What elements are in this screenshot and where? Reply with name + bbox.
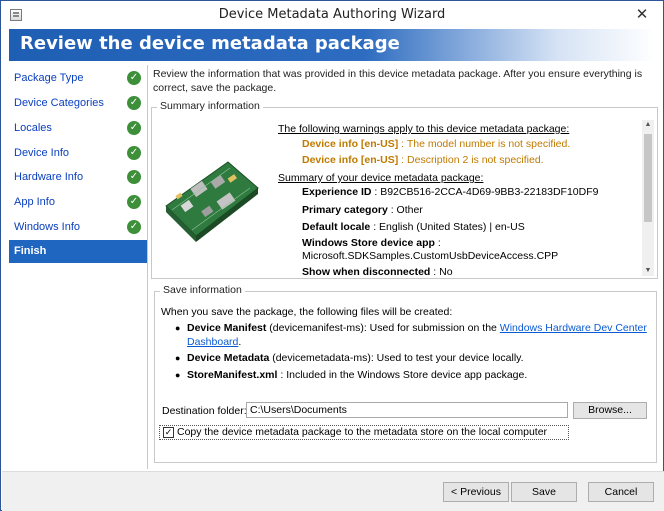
file-desc-tail: .	[238, 336, 242, 348]
check-icon: ✓	[127, 220, 141, 234]
copy-to-store-option[interactable]: ✓ Copy the device metadata package to th…	[159, 425, 569, 440]
save-groupbox: Save information When you save the packa…	[154, 284, 657, 463]
check-icon: ✓	[127, 195, 141, 209]
bullet-icon: ●	[175, 370, 181, 380]
destination-label-text: Destination folder:	[162, 405, 247, 417]
sidebar-item-label: Windows Info	[14, 221, 81, 233]
save-button[interactable]: Save	[511, 482, 577, 502]
scroll-thumb[interactable]	[644, 134, 652, 222]
sidebar-item-app-info[interactable]: App Info ✓	[9, 191, 147, 214]
device-image	[165, 161, 259, 242]
wizard-window: Device Metadata Authoring Wizard ✕ Revie…	[0, 0, 664, 511]
cancel-button[interactable]: Cancel	[588, 482, 654, 502]
default-locale-row: Default locale : English (United States)…	[302, 220, 657, 234]
store-app-label: Windows Store device app	[302, 237, 435, 249]
default-locale-label: Default locale	[302, 221, 371, 233]
warning-text: : The model number is not specified.	[398, 138, 571, 150]
window-title: Device Metadata Authoring Wizard	[218, 7, 446, 22]
store-app-row: Windows Store device app :	[302, 236, 657, 250]
summary-heading: Summary of your device metadata package:	[278, 172, 484, 184]
save-intro: When you save the package, the following…	[161, 306, 453, 318]
previous-button[interactable]: < Previous	[443, 482, 509, 502]
footer: < Previous Save Cancel	[2, 471, 664, 511]
sidebar-item-label: Device Info	[14, 147, 70, 159]
file-name: StoreManifest.xml	[187, 369, 278, 381]
sidebar-item-label: Package Type	[14, 72, 84, 84]
warning-item: Device info [en-US] : The model number i…	[302, 137, 657, 151]
show-disconnected-label: Show when disconnected	[302, 266, 431, 278]
intro-text: Review the information that was provided…	[153, 68, 643, 94]
sidebar-item-windows-info[interactable]: Windows Info ✓	[9, 216, 147, 239]
check-icon: ✓	[127, 170, 141, 184]
file-item-store-manifest: StoreManifest.xml : Included in the Wind…	[187, 368, 647, 382]
sidebar-item-label: App Info	[14, 196, 55, 208]
close-icon[interactable]: ✕	[633, 5, 651, 23]
sidebar-item-package-type[interactable]: Package Type ✓	[9, 67, 147, 90]
warning-item: Device info [en-US] : Description 2 is n…	[302, 153, 657, 167]
check-icon: ✓	[127, 96, 141, 110]
warning-text: : Description 2 is not specified.	[398, 154, 544, 166]
scroll-down-icon[interactable]: ▼	[642, 266, 654, 276]
file-desc: (devicemetadata-ms): Used to test your d…	[269, 352, 524, 364]
file-name: Device Metadata	[187, 352, 270, 364]
sidebar-item-finish[interactable]: Finish	[9, 240, 147, 263]
check-icon: ✓	[127, 121, 141, 135]
title-bar: Device Metadata Authoring Wizard ✕	[1, 1, 663, 29]
sidebar-item-device-info[interactable]: Device Info ✓	[9, 142, 147, 165]
dashboard-link[interactable]: Dashboard	[187, 336, 238, 348]
header-band: Review the device metadata package	[9, 29, 655, 61]
file-item-device-metadata: Device Metadata (devicemetadata-ms): Use…	[187, 351, 647, 365]
sidebar-item-device-categories[interactable]: Device Categories ✓	[9, 92, 147, 115]
copy-checkbox[interactable]: ✓	[163, 427, 174, 438]
sidebar-divider	[147, 65, 148, 469]
page-title: Review the device metadata package	[20, 33, 400, 54]
copy-checkbox-label[interactable]: Copy the device metadata package to the …	[177, 426, 547, 438]
warning-label: Device info [en-US]	[302, 138, 399, 150]
save-legend: Save information	[160, 284, 245, 296]
sidebar-item-hardware-info[interactable]: Hardware Info ✓	[9, 166, 147, 189]
warning-label: Device info [en-US]	[302, 154, 399, 166]
sidebar-item-locales[interactable]: Locales ✓	[9, 117, 147, 140]
summary-groupbox: Summary information The following warnin…	[151, 100, 658, 279]
check-icon: ✓	[127, 71, 141, 85]
experience-id-value: : B92CB516-2CCA-4D69-9BB3-22183DF10DF9	[371, 186, 599, 198]
destination-label: Destination folder:*	[162, 402, 250, 417]
browse-button[interactable]: Browse...	[573, 402, 647, 419]
check-icon: ✓	[127, 146, 141, 160]
primary-category-label: Primary category	[302, 204, 388, 216]
file-desc: : Included in the Windows Store device a…	[277, 369, 528, 381]
sidebar-item-label: Finish	[14, 245, 47, 257]
scroll-up-icon[interactable]: ▲	[642, 120, 654, 130]
file-item-device-manifest: Device Manifest (devicemanifest-ms): Use…	[187, 321, 647, 349]
sidebar-item-label: Device Categories	[14, 97, 104, 109]
show-disconnected-row: Show when disconnected : No	[302, 265, 657, 278]
dev-center-link[interactable]: Windows Hardware Dev Center	[500, 322, 647, 334]
primary-category-value: : Other	[387, 204, 423, 216]
store-app-sep: :	[434, 237, 441, 249]
bullet-icon: ●	[175, 323, 181, 333]
warnings-heading: The following warnings apply to this dev…	[278, 123, 570, 135]
summary-scrollbar[interactable]: ▲ ▼	[642, 120, 654, 276]
bullet-icon: ●	[175, 353, 181, 363]
experience-id-row: Experience ID : B92CB516-2CCA-4D69-9BB3-…	[302, 185, 657, 199]
default-locale-value: : English (United States) | en-US	[370, 221, 525, 233]
sidebar: Package Type ✓ Device Categories ✓ Local…	[9, 65, 147, 469]
primary-category-row: Primary category : Other	[302, 203, 657, 217]
destination-folder-input[interactable]	[246, 402, 568, 418]
file-desc: (devicemanifest-ms): Used for submission…	[266, 322, 500, 334]
sidebar-item-label: Hardware Info	[14, 171, 84, 183]
summary-scroll-area: The following warnings apply to this dev…	[152, 108, 657, 278]
store-app-value: Microsoft.SDKSamples.CustomUsbDeviceAcce…	[302, 250, 559, 262]
show-disconnected-value: : No	[430, 266, 453, 278]
file-name: Device Manifest	[187, 322, 267, 334]
experience-id-label: Experience ID	[302, 186, 372, 198]
sidebar-item-label: Locales	[14, 122, 52, 134]
